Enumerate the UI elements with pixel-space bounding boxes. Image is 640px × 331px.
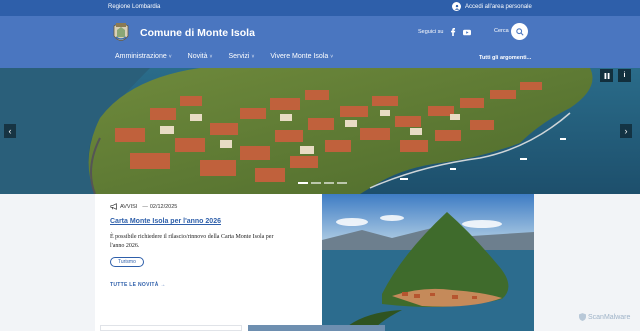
- carousel-dot[interactable]: [311, 182, 321, 184]
- login-link[interactable]: Accedi all'area personale: [452, 2, 532, 11]
- social-links: Seguici su: [418, 28, 472, 36]
- all-topics-link[interactable]: Tutti gli argomenti...: [479, 55, 531, 61]
- nav-item-vivere[interactable]: Vivere Monte Isola ˅: [270, 53, 333, 60]
- megaphone-icon: [110, 203, 117, 210]
- info-icon: i: [623, 72, 626, 79]
- nav-item-servizi[interactable]: Servizi ˅: [228, 53, 254, 60]
- search-icon: [515, 27, 524, 36]
- nav-label: Vivere Monte Isola: [270, 53, 329, 60]
- region-link[interactable]: Regione Lombardia: [108, 4, 160, 10]
- watermark-label: ScanMalware: [588, 313, 631, 321]
- chevron-down-icon: ˅: [168, 53, 172, 60]
- search-label: Cerca: [494, 28, 509, 34]
- image-info-button[interactable]: i: [618, 69, 631, 82]
- nav-label: Servizi: [228, 53, 250, 60]
- news-date: 02/12/2025: [149, 203, 178, 210]
- carousel-dot[interactable]: [298, 182, 308, 184]
- all-news-label: TUTTE LE NOVITÀ: [110, 282, 159, 288]
- news-title-link[interactable]: Carta Monte Isola per l'anno 2026: [110, 218, 221, 225]
- facebook-icon[interactable]: [449, 28, 457, 36]
- carousel-dot[interactable]: [337, 182, 347, 184]
- crest-logo[interactable]: [110, 20, 132, 46]
- card-placeholder-image: [248, 325, 385, 331]
- search-button[interactable]: [511, 23, 528, 40]
- nav-label: Novità: [187, 53, 208, 60]
- nav-label: Amministrazione: [115, 53, 167, 60]
- main-nav: Amministrazione ˅ Novità ˅ Servizi ˅ Vivere…: [115, 53, 349, 60]
- news-category[interactable]: AVVISI: [120, 204, 137, 210]
- news-card: AVVISI — 02/12/2025 Carta Monte Isola pe…: [95, 194, 322, 331]
- carousel-prev-button[interactable]: ‹: [4, 124, 16, 138]
- chevron-down-icon: ˅: [209, 53, 213, 60]
- youtube-icon[interactable]: [463, 28, 472, 36]
- chevron-down-icon: ˅: [251, 53, 255, 60]
- carousel-dot[interactable]: [324, 182, 334, 184]
- shield-icon: [579, 313, 586, 321]
- chevron-left-icon: ‹: [8, 126, 12, 136]
- hero-image: [0, 68, 640, 194]
- site-title[interactable]: Comune di Monte Isola: [140, 27, 255, 39]
- carousel-pause-button[interactable]: [600, 69, 613, 82]
- site-header: Comune di Monte Isola Seguici su Cerca A…: [0, 16, 640, 68]
- card-placeholder: [100, 325, 242, 331]
- login-label: Accedi all'area personale: [465, 3, 532, 10]
- social-label: Seguici su: [418, 29, 444, 35]
- chevron-down-icon: ˅: [330, 53, 334, 60]
- tag-turismo[interactable]: Turismo: [110, 257, 144, 267]
- pause-icon: [604, 72, 609, 79]
- nav-item-amministrazione[interactable]: Amministrazione ˅: [115, 53, 172, 60]
- separator: —: [142, 203, 148, 210]
- news-description: È possibile richiedere il rilascio/rinno…: [110, 234, 274, 249]
- arrow-right-icon: →: [160, 282, 166, 288]
- nav-item-novita[interactable]: Novità ˅: [188, 53, 213, 60]
- hero-carousel[interactable]: [0, 68, 640, 194]
- chevron-right-icon: ›: [624, 126, 628, 136]
- news-image[interactable]: [322, 194, 534, 331]
- carousel-next-button[interactable]: ›: [620, 124, 632, 138]
- user-icon: [452, 2, 461, 11]
- watermark: ScanMalware: [579, 313, 630, 321]
- news-meta: AVVISI — 02/12/2025: [110, 203, 177, 210]
- carousel-dots: [298, 182, 347, 184]
- top-bar: Regione Lombardia Accedi all'area person…: [0, 0, 640, 16]
- all-news-link[interactable]: TUTTE LE NOVITÀ →: [110, 282, 166, 288]
